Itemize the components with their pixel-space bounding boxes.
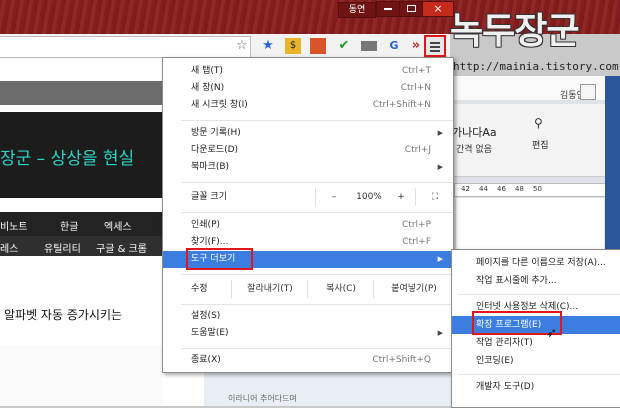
- photo-extension-icon[interactable]: [310, 38, 326, 54]
- nav-item[interactable]: 엑세스: [104, 218, 132, 233]
- hamburger-icon: [430, 42, 440, 44]
- menu-item-help[interactable]: 도움말(E) ▶: [163, 325, 453, 342]
- edit-label: 수정: [191, 284, 208, 294]
- profile-badge[interactable]: 동연: [338, 2, 376, 18]
- chrome-main-menu: 새 탭(T) Ctrl+T 새 창(N) Ctrl+N 새 시크릿 창(I) Ctrl…: [162, 57, 454, 373]
- menu-item-print[interactable]: 인쇄(P) Ctrl+P: [163, 217, 453, 234]
- ruler-mark: 46: [497, 185, 506, 193]
- page-footer-area: [0, 346, 162, 406]
- nav-item[interactable]: 비노트: [0, 218, 28, 233]
- hero-text: 장군 – 상상을 현실: [0, 149, 135, 169]
- menu-item-settings[interactable]: 설정(S): [163, 308, 453, 325]
- mouse-cursor-icon: ➶: [546, 326, 557, 341]
- address-bar[interactable]: [0, 36, 251, 58]
- cut-button[interactable]: 잘라내기(T): [231, 280, 308, 298]
- style-sample[interactable]: 가나다Aa: [452, 124, 497, 140]
- menu-separator: [181, 120, 453, 121]
- watermark-title: 녹두장군: [450, 11, 579, 52]
- edit-group-label[interactable]: 편집: [532, 138, 549, 151]
- avatar[interactable]: [580, 84, 596, 100]
- ruler-mark: 48: [515, 185, 524, 193]
- bookmark-star-icon[interactable]: ☆: [234, 38, 250, 54]
- zoom-out-button[interactable]: –: [315, 188, 352, 206]
- ruler-mark: 44: [479, 185, 488, 193]
- menu-separator: [181, 212, 453, 213]
- menu-separator: [181, 348, 453, 349]
- nav-item[interactable]: 유틸리티: [44, 240, 81, 255]
- style-spacing-label[interactable]: 간격 없음: [456, 142, 492, 155]
- menu-separator: [181, 274, 453, 275]
- menu-separator: [181, 304, 453, 305]
- chevron-right-icon: ▶: [437, 129, 443, 137]
- keyboard-icon[interactable]: [361, 41, 377, 51]
- ruler-mark: 50: [533, 185, 542, 193]
- ruler-mark: 42: [461, 185, 470, 193]
- menu-item-exit[interactable]: 종료(X) Ctrl+Shift+Q: [163, 352, 453, 369]
- translate-icon[interactable]: G: [386, 38, 402, 54]
- menu-edit-row: 수정 잘라내기(T) 복사(C) 붙여넣기(P): [163, 280, 453, 298]
- menu-separator: [458, 374, 620, 375]
- watermark-url: http://mainia.tistory.com: [453, 60, 619, 73]
- submenu-item-developer-tools[interactable]: 개발자 도구(D): [452, 378, 620, 396]
- nav-item[interactable]: 레스: [0, 240, 18, 255]
- menu-separator: [458, 294, 620, 295]
- zoom-label: 글꼴 크기: [191, 192, 227, 202]
- submenu-item-add-to-taskbar[interactable]: 작업 표시줄에 추가...: [452, 272, 620, 290]
- nav-bar-secondary: 레스 유틸리티 구글 & 크롬: [0, 236, 162, 256]
- menu-item-new-window[interactable]: 새 창(N) Ctrl+N: [163, 80, 453, 97]
- chevron-right-icon: ▶: [437, 255, 443, 263]
- yellow-extension-icon[interactable]: $: [285, 38, 301, 54]
- more-extensions-icon[interactable]: »: [408, 38, 424, 54]
- submenu-item-encoding[interactable]: 인코딩(E): [452, 352, 620, 370]
- nav-item[interactable]: 구글 & 크롬: [96, 240, 147, 255]
- maximize-button[interactable]: [399, 1, 423, 17]
- menu-item-downloads[interactable]: 다운로드(D) Ctrl+J: [163, 142, 453, 159]
- chrome-menu-button[interactable]: [424, 35, 446, 57]
- ruler: 42 44 46 48 50: [454, 183, 606, 197]
- submenu-item-save-page[interactable]: 페이지를 다른 이름으로 저장(A)...: [452, 254, 620, 272]
- zoom-in-button[interactable]: +: [387, 188, 415, 206]
- menu-item-incognito[interactable]: 새 시크릿 창(I) Ctrl+Shift+N: [163, 97, 453, 114]
- minimize-button[interactable]: [376, 1, 400, 17]
- minimize-icon: [384, 8, 392, 10]
- chevron-right-icon: ▶: [437, 163, 443, 171]
- menu-zoom-row: 글꼴 크기 – 100% + ⛶: [163, 188, 453, 206]
- menu-item-new-tab[interactable]: 새 탭(T) Ctrl+T: [163, 63, 453, 80]
- nav-item[interactable]: 한글: [60, 218, 78, 233]
- paste-button[interactable]: 붙여넣기(P): [373, 280, 454, 298]
- menu-item-history[interactable]: 방문 기록(H) ▶: [163, 125, 453, 142]
- blue-star-icon[interactable]: ★: [260, 38, 276, 54]
- menu-item-bookmarks[interactable]: 북마크(B) ▶: [163, 159, 453, 176]
- submenu-item-task-manager[interactable]: 작업 관리자(T): [452, 334, 620, 352]
- menu-separator: [181, 182, 453, 183]
- chevron-right-icon: ▶: [437, 329, 443, 337]
- maximize-icon: [406, 5, 416, 12]
- page-header-bar: [0, 81, 162, 105]
- nav-bar-primary: 비노트 한글 엑세스: [0, 212, 162, 236]
- binoculars-icon[interactable]: ⚲: [534, 116, 543, 130]
- zoom-value: 100%: [356, 192, 382, 202]
- close-icon: ×: [433, 2, 443, 15]
- fullscreen-icon[interactable]: ⛶: [415, 188, 454, 206]
- page-partial-text: 이라니어 추어다드며: [228, 394, 297, 403]
- article-title[interactable]: 알파벳 자동 증가시키는: [4, 306, 122, 323]
- copy-button[interactable]: 복사(C): [307, 280, 374, 298]
- highlight-more-tools: [186, 248, 253, 270]
- word-ribbon: [450, 104, 605, 177]
- green-check-icon[interactable]: ✔: [336, 38, 352, 54]
